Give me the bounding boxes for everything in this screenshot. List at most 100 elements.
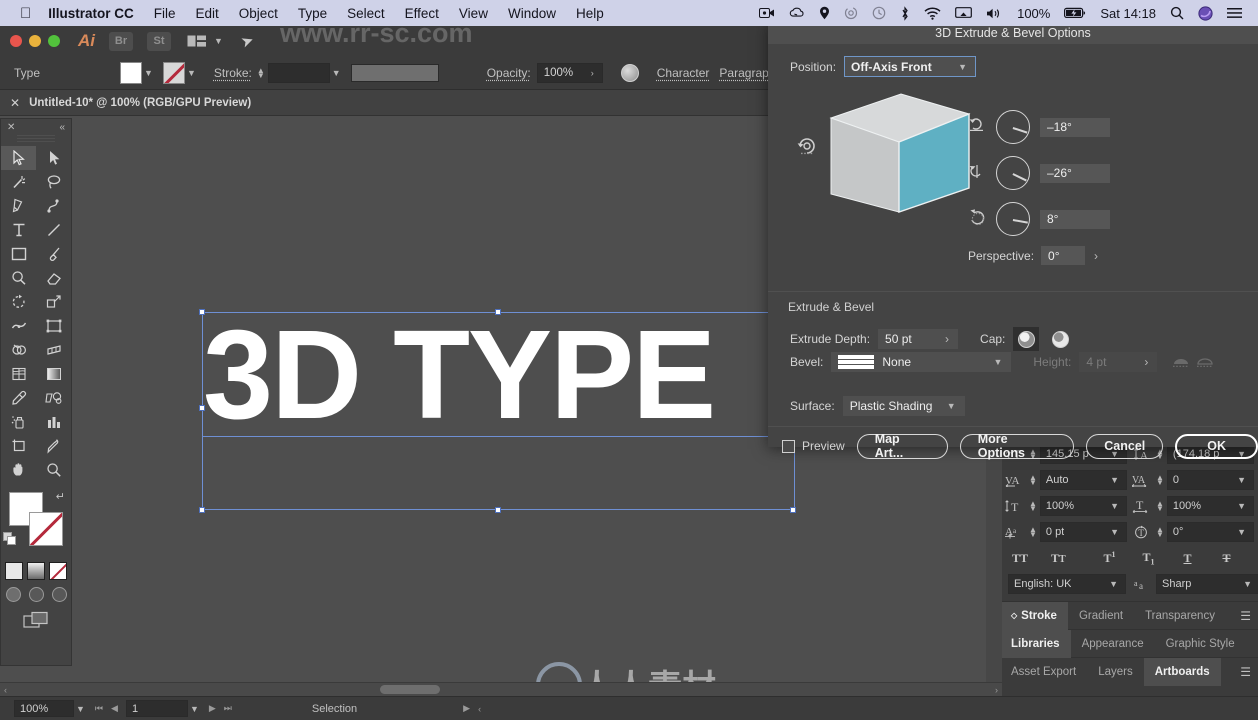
siri-icon[interactable] bbox=[844, 6, 858, 20]
eraser-tool[interactable] bbox=[36, 266, 71, 290]
recolor-artwork-icon[interactable] bbox=[620, 63, 639, 82]
zoom-chevron-down-icon[interactable]: ▼ bbox=[76, 704, 85, 714]
bluetooth-icon[interactable] bbox=[900, 5, 910, 21]
gradient-mode[interactable] bbox=[27, 562, 45, 580]
menu-select[interactable]: Select bbox=[347, 6, 385, 21]
minimize-window-button[interactable] bbox=[29, 35, 41, 47]
document-tab-title[interactable]: Untitled-10* @ 100% (RGB/GPU Preview) bbox=[29, 97, 251, 109]
shape-builder-tool[interactable] bbox=[1, 338, 36, 362]
selection-handle[interactable] bbox=[790, 507, 796, 513]
tab-layers[interactable]: Layers bbox=[1087, 658, 1144, 686]
slice-tool[interactable] bbox=[36, 434, 71, 458]
rotate-y-input[interactable]: –26° bbox=[1040, 163, 1110, 183]
menu-window[interactable]: Window bbox=[508, 6, 556, 21]
menu-effect[interactable]: Effect bbox=[405, 6, 439, 21]
opacity-expand-icon[interactable]: › bbox=[591, 68, 594, 78]
stroke-chevron-down-icon[interactable]: ▼ bbox=[187, 68, 196, 78]
draw-normal[interactable] bbox=[5, 587, 21, 602]
free-transform-tool[interactable] bbox=[36, 314, 71, 338]
none-mode[interactable] bbox=[49, 562, 67, 580]
curvature-tool[interactable] bbox=[36, 194, 71, 218]
chevron-down-icon[interactable]: ▼ bbox=[958, 62, 967, 72]
position-cube-preview[interactable] bbox=[788, 86, 978, 266]
character-rotation-stepper[interactable]: ▲ ▼ bbox=[1156, 526, 1164, 539]
blend-tool[interactable] bbox=[36, 386, 71, 410]
tab-libraries[interactable]: Libraries bbox=[1000, 629, 1071, 658]
chevron-down-icon[interactable]: ▼ bbox=[1237, 527, 1246, 537]
artboard-tool[interactable] bbox=[1, 434, 36, 458]
menu-view[interactable]: View bbox=[459, 6, 488, 21]
chevron-down-icon[interactable]: ▼ bbox=[1237, 501, 1246, 511]
tab-artboards[interactable]: Artboards bbox=[1143, 657, 1221, 686]
gradient-tool[interactable] bbox=[36, 362, 71, 386]
language-select[interactable]: English: UK ▼ bbox=[1008, 574, 1126, 594]
extrude-depth-input[interactable]: 50 pt › bbox=[878, 329, 959, 349]
collapse-panel-icon[interactable]: « bbox=[59, 122, 65, 133]
rotate-y-dial[interactable] bbox=[996, 156, 1030, 190]
panel-menu-icon[interactable]: ☰ bbox=[1240, 609, 1251, 623]
selection-handle[interactable] bbox=[199, 507, 205, 513]
draw-behind[interactable] bbox=[28, 587, 44, 602]
vertical-scale-input[interactable]: 100% ▼ bbox=[1039, 496, 1127, 516]
scale-tool[interactable] bbox=[36, 290, 71, 314]
rotate-tool[interactable] bbox=[1, 290, 36, 314]
vertical-scale-stepper[interactable]: ▲ ▼ bbox=[1029, 500, 1037, 513]
first-artboard-icon[interactable]: ⏮ bbox=[95, 703, 103, 714]
swap-fill-stroke-icon[interactable]: ↵ bbox=[56, 490, 65, 503]
stock-button[interactable]: St bbox=[147, 31, 171, 51]
chevron-down-icon[interactable]: ▼ bbox=[1110, 501, 1119, 511]
play-icon[interactable]: ▶ bbox=[463, 703, 470, 714]
perspective-input[interactable]: 0° bbox=[1041, 246, 1086, 265]
ok-button[interactable]: OK bbox=[1175, 433, 1258, 459]
eyedropper-tool[interactable] bbox=[1, 386, 36, 410]
artboard-number-input[interactable]: 1 bbox=[125, 700, 188, 717]
window-controls[interactable] bbox=[10, 35, 60, 47]
default-fill-stroke-icon[interactable] bbox=[3, 532, 17, 546]
width-tool[interactable] bbox=[1, 314, 36, 338]
workspace-switcher-icon[interactable]: ▼ bbox=[187, 34, 225, 48]
tab-asset-export[interactable]: Asset Export bbox=[1000, 658, 1087, 686]
next-artboard-icon[interactable]: ▶ bbox=[209, 703, 216, 714]
horizontal-scale-input[interactable]: 100% ▼ bbox=[1166, 496, 1254, 516]
chevron-down-icon[interactable]: ▼ bbox=[1109, 579, 1118, 589]
chevron-down-icon[interactable]: ▼ bbox=[1110, 527, 1119, 537]
cap-solid-icon[interactable] bbox=[1013, 327, 1040, 351]
close-window-button[interactable] bbox=[10, 35, 22, 47]
more-options-button[interactable]: More Options bbox=[959, 432, 1075, 460]
cap-hollow-icon[interactable] bbox=[1047, 327, 1073, 351]
change-screen-mode-icon[interactable] bbox=[1, 611, 71, 629]
tab-stroke[interactable]: ◇ Stroke bbox=[1000, 601, 1068, 630]
selection-handle[interactable] bbox=[199, 309, 205, 315]
track-cube-icon[interactable] bbox=[796, 136, 818, 159]
scroll-left-icon[interactable]: ‹ bbox=[4, 685, 7, 695]
rectangle-tool[interactable] bbox=[1, 242, 36, 266]
underline-icon[interactable]: T bbox=[1168, 551, 1207, 566]
horizontal-scrollbar[interactable]: ‹ › bbox=[0, 682, 1002, 696]
type-tool[interactable] bbox=[1, 218, 36, 242]
rotate-z-dial[interactable] bbox=[996, 202, 1030, 236]
column-graph-tool[interactable] bbox=[36, 410, 71, 434]
zoom-tool[interactable] bbox=[36, 458, 71, 482]
stroke-swatch[interactable] bbox=[162, 61, 185, 84]
last-artboard-icon[interactable]: ⏭ bbox=[224, 703, 232, 714]
bridge-button[interactable]: Br bbox=[109, 31, 133, 51]
menu-edit[interactable]: Edit bbox=[196, 6, 219, 21]
line-segment-tool[interactable] bbox=[36, 218, 71, 242]
paintbrush-tool[interactable] bbox=[36, 242, 71, 266]
battery-charging-icon[interactable] bbox=[1064, 7, 1086, 19]
kerning-stepper[interactable]: ▲ ▼ bbox=[1029, 474, 1037, 487]
fill-chevron-down-icon[interactable]: ▼ bbox=[144, 68, 153, 78]
scroll-right-icon[interactable]: › bbox=[995, 685, 998, 695]
stroke-label[interactable]: Stroke: bbox=[214, 66, 252, 80]
chevron-down-icon[interactable]: ▼ bbox=[993, 357, 1002, 367]
prev-artboard-icon[interactable]: ◀ bbox=[111, 703, 118, 714]
draw-inside[interactable] bbox=[51, 587, 67, 602]
character-label[interactable]: Character bbox=[657, 66, 710, 80]
baseline-shift-input[interactable]: 0 pt ▼ bbox=[1039, 522, 1127, 542]
stroke-weight-input[interactable] bbox=[267, 62, 330, 83]
apple-icon[interactable]:  bbox=[20, 6, 31, 21]
selection-tool[interactable] bbox=[1, 146, 36, 170]
wifi-icon[interactable] bbox=[924, 7, 941, 20]
magic-wand-tool[interactable] bbox=[1, 170, 36, 194]
all-caps-icon[interactable]: TT bbox=[1008, 551, 1051, 566]
